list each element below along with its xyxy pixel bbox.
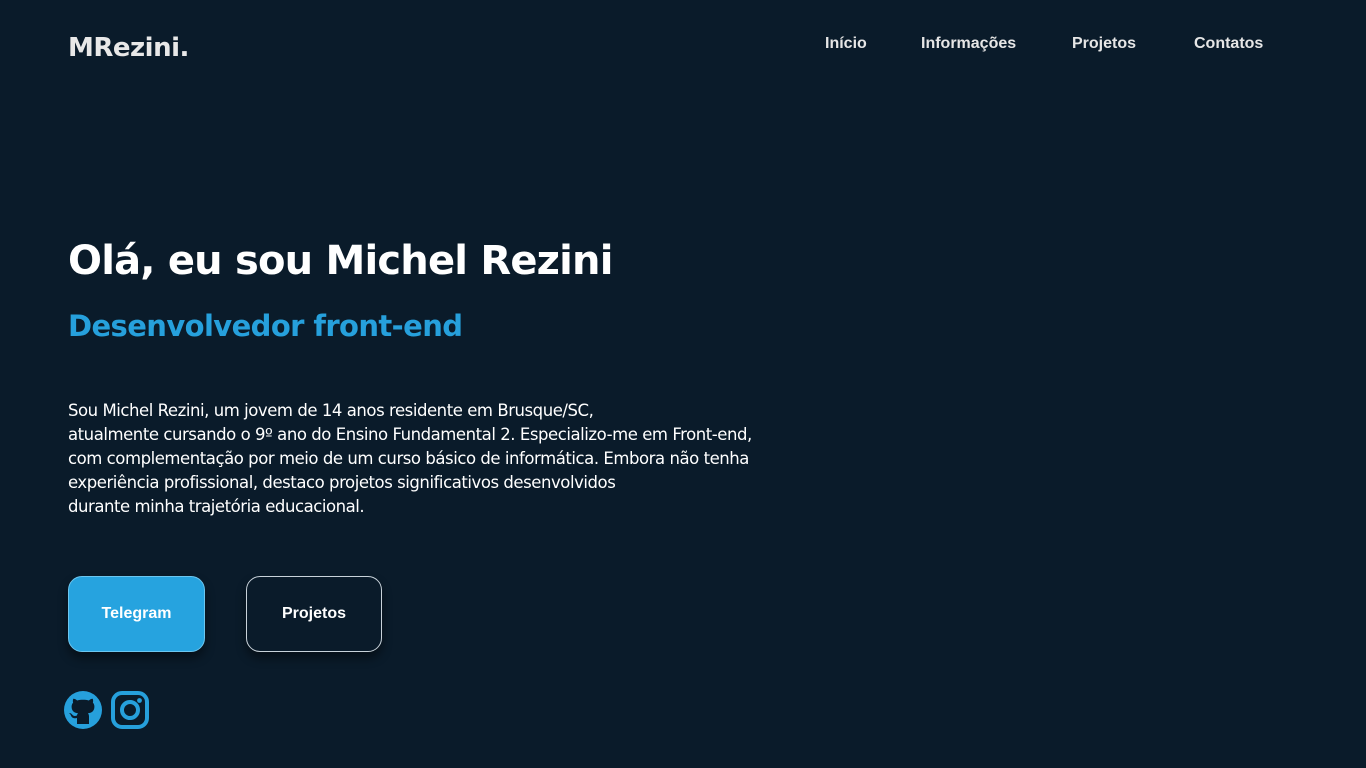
nav-link-contatos[interactable]: Contatos <box>1194 35 1263 53</box>
projetos-button-label: Projetos <box>281 605 346 622</box>
main-nav: Início Informações Projetos Contatos <box>0 35 1366 55</box>
bio-line: experiência profissional, destaco projet… <box>68 473 616 492</box>
nav-link-inicio[interactable]: Início <box>825 35 867 53</box>
projetos-button[interactable]: Projetos <box>246 576 382 652</box>
nav-link-projetos[interactable]: Projetos <box>1072 35 1136 53</box>
bio-line: durante minha trajetória educacional. <box>68 497 365 516</box>
github-icon[interactable] <box>63 690 103 730</box>
bio-line: com complementação por meio de um curso … <box>68 449 749 468</box>
page: MRezini. Início Informações Projetos Con… <box>0 0 1366 768</box>
bio-line: Sou Michel Rezini, um jovem de 14 anos r… <box>68 401 594 420</box>
bio-line: atualmente cursando o 9º ano do Ensino F… <box>68 425 752 444</box>
telegram-button-label: Telegram <box>101 605 172 622</box>
instagram-icon[interactable] <box>110 690 150 730</box>
hero-title: Olá, eu sou Michel Rezini <box>68 238 613 284</box>
telegram-button[interactable]: Telegram <box>68 576 205 652</box>
hero-subtitle: Desenvolvedor front-end <box>68 309 463 343</box>
nav-link-informacoes[interactable]: Informações <box>921 35 1016 53</box>
bio-paragraph: Sou Michel Rezini, um jovem de 14 anos r… <box>68 399 752 519</box>
